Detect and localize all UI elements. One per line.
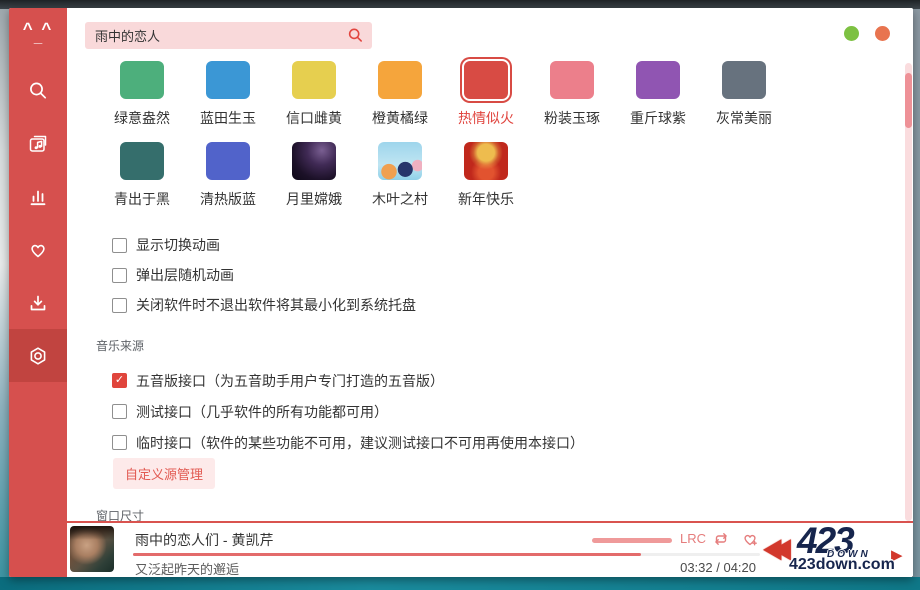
theme-label: 灰常美丽 [701,108,787,128]
repeat-icon[interactable] [712,530,730,548]
theme-swatch [464,61,508,99]
section-window-size: 窗口尺寸 [96,507,144,521]
theme-image-swatch [292,142,336,180]
theme-label: 热情似火 [443,108,529,128]
theme-image-swatch [378,142,422,180]
custom-source-button[interactable]: 自定义源管理 [113,458,215,489]
main-column: 绿意盎然 蓝田生玉 信口雌黄 橙黄橘绿 [67,8,913,577]
checkbox[interactable] [112,268,127,283]
app-logo: ^ ^ _ [23,20,54,60]
lrc-toggle[interactable]: LRC [680,531,706,546]
theme-label: 木叶之村 [357,189,443,209]
theme-option[interactable]: 蓝田生玉 [185,61,271,128]
general-options: 显示切换动画 弹出层随机动画 关闭软件时不退出软件将其最小化到系统托盘 [112,230,416,320]
theme-option[interactable]: 青出于黑 [99,142,185,209]
download-icon [27,292,49,314]
sidebar-item-search[interactable] [9,64,67,117]
theme-swatch [120,142,164,180]
theme-swatch [120,61,164,99]
theme-swatch [722,61,766,99]
app-window: ^ ^ _ [9,8,913,577]
section-music-source: 音乐来源 [96,337,144,354]
sidebar: ^ ^ _ [9,8,67,577]
theme-image-swatch [464,142,508,180]
desktop-strip-bottom [0,577,920,590]
theme-label: 新年快乐 [443,189,529,209]
heart-icon [27,239,49,261]
checkbox-minimize-to-tray[interactable]: 关闭软件时不退出软件将其最小化到系统托盘 [112,290,416,320]
theme-label: 蓝田生玉 [185,108,271,128]
sidebar-item-favorites[interactable] [9,223,67,276]
progress-fill [133,553,641,556]
checkbox[interactable] [112,298,127,313]
theme-option[interactable]: 灰常美丽 [701,61,787,128]
close-button[interactable] [875,26,890,41]
theme-option[interactable]: 橙黄橘绿 [357,61,443,128]
sidebar-item-ranking[interactable] [9,170,67,223]
theme-option[interactable]: 绿意盎然 [99,61,185,128]
checkbox-switch-animation[interactable]: 显示切换动画 [112,230,416,260]
theme-label: 粉装玉琢 [529,108,615,128]
theme-swatch [550,61,594,99]
window-controls [844,26,890,41]
checkbox[interactable] [112,435,127,450]
theme-label: 青出于黑 [99,189,185,209]
volume-slider[interactable] [592,538,672,543]
scrollbar-thumb[interactable] [905,73,912,128]
music-source-options: 五音版接口（为五音助手用户专门打造的五音版） 测试接口（几乎软件的所有功能都可用… [112,365,584,458]
progress-bar[interactable] [133,553,760,556]
theme-label: 重斤球紫 [615,108,701,128]
favorite-icon[interactable] [741,530,759,548]
theme-row-1: 绿意盎然 蓝田生玉 信口雌黄 橙黄橘绿 [67,61,887,128]
settings-page: 绿意盎然 蓝田生玉 信口雌黄 橙黄橘绿 [67,8,913,521]
theme-swatch [206,142,250,180]
theme-swatch [206,61,250,99]
theme-grid: 绿意盎然 蓝田生玉 信口雌黄 橙黄橘绿 [67,61,887,209]
player-bar: 雨中的恋人们 - 黄凯芹 又泛起昨天的邂逅 LRC 03:32 / 04:20 [67,521,913,577]
sidebar-item-library[interactable] [9,117,67,170]
theme-option[interactable]: 信口雌黄 [271,61,357,128]
theme-option[interactable]: 月里嫦娥 [271,142,357,209]
theme-option[interactable]: 清热版蓝 [185,142,271,209]
theme-swatch [636,61,680,99]
search-icon [27,80,49,102]
checkbox[interactable] [112,404,127,419]
theme-swatch [292,61,336,99]
theme-option-selected[interactable]: 热情似火 [443,61,529,128]
checkbox-wuyin-api[interactable]: 五音版接口（为五音助手用户专门打造的五音版） [112,365,584,396]
theme-option[interactable]: 粉装玉琢 [529,61,615,128]
theme-option[interactable]: 新年快乐 [443,142,529,209]
music-library-icon [27,133,49,155]
checkbox-checked[interactable] [112,373,127,388]
theme-label: 月里嫦娥 [271,189,357,209]
checkbox-popup-animation[interactable]: 弹出层随机动画 [112,260,416,290]
theme-option[interactable]: 重斤球紫 [615,61,701,128]
scrollbar[interactable] [905,63,912,521]
song-title: 雨中的恋人们 - 黄凯芹 [135,530,273,550]
theme-row-2: 青出于黑 清热版蓝 月里嫦娥 木叶之村 [67,142,887,209]
sidebar-item-downloads[interactable] [9,276,67,329]
settings-icon [27,345,49,367]
search-icon[interactable] [347,27,364,44]
theme-option[interactable]: 木叶之村 [357,142,443,209]
lyric-line: 又泛起昨天的邂逅 [135,559,239,577]
checkbox-test-api[interactable]: 测试接口（几乎软件的所有功能都可用） [112,396,584,427]
theme-swatch [378,61,422,99]
time-display: 03:32 / 04:20 [680,560,756,575]
sidebar-nav [9,64,67,382]
checkbox-temp-api[interactable]: 临时接口（软件的某些功能不可用，建议测试接口不可用再使用本接口） [112,427,584,458]
search-input[interactable] [95,28,347,43]
desktop-strip-right [913,9,920,577]
search-bar[interactable] [85,22,372,49]
sidebar-item-settings[interactable] [9,329,67,382]
minimize-button[interactable] [844,26,859,41]
theme-label: 绿意盎然 [99,108,185,128]
theme-label: 橙黄橘绿 [357,108,443,128]
checkbox[interactable] [112,238,127,253]
theme-label: 清热版蓝 [185,189,271,209]
album-art[interactable] [70,526,114,572]
chart-icon [27,186,49,208]
theme-label: 信口雌黄 [271,108,357,128]
